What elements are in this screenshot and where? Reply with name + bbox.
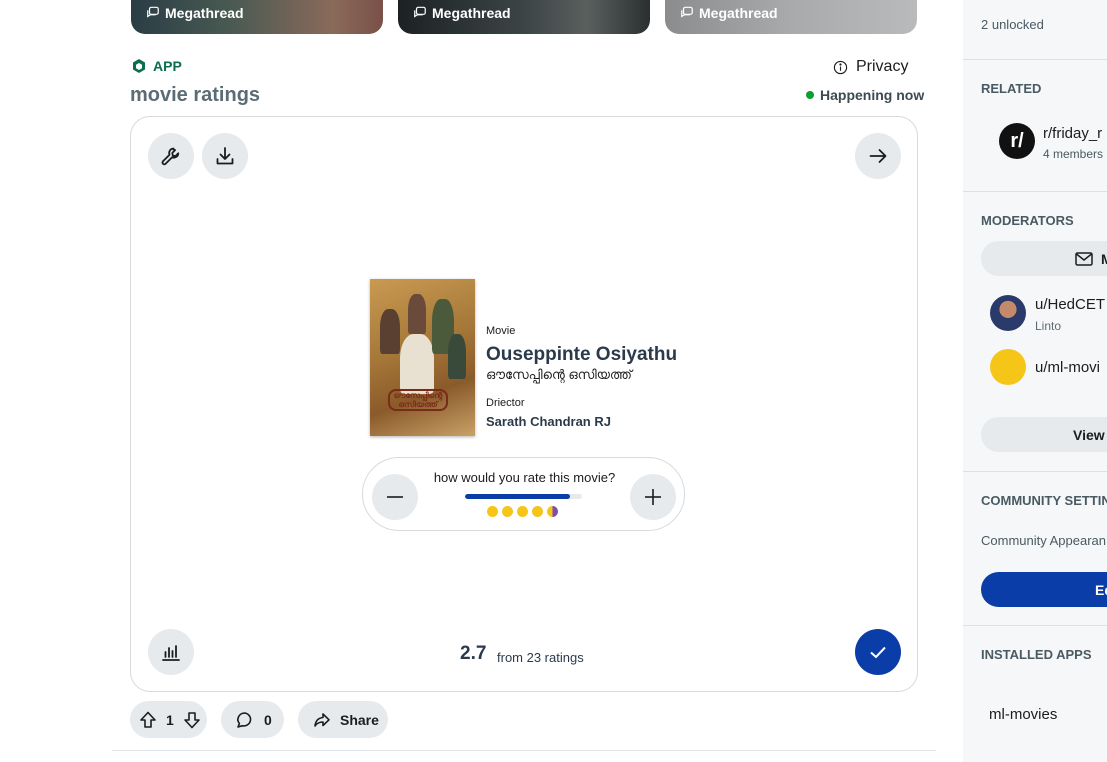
- related-community-icon[interactable]: r/: [999, 123, 1035, 159]
- app-badge-label: APP: [153, 58, 182, 74]
- wrench-icon: [161, 147, 180, 166]
- director-name: Sarath Chandran RJ: [486, 414, 611, 429]
- privacy-button[interactable]: Privacy: [833, 58, 908, 76]
- moderators-heading: MODERATORS: [981, 213, 1074, 228]
- comment-icon: [237, 711, 252, 728]
- sidebar-divider: [963, 191, 1107, 192]
- star-icon: [517, 506, 528, 517]
- moderator-name[interactable]: u/HedCET: [1035, 296, 1105, 313]
- related-community-name[interactable]: r/friday_r: [1043, 125, 1102, 142]
- star-icon: [532, 506, 543, 517]
- community-icon-label: r/: [1010, 129, 1024, 152]
- movie-type-label: Movie: [486, 325, 516, 337]
- movie-title: Ouseppinte Osiyathu: [486, 344, 678, 365]
- megathread-label: Megathread: [680, 5, 778, 21]
- community-appearance-link[interactable]: Community Appearan: [981, 533, 1106, 548]
- minus-icon: [387, 496, 403, 498]
- moderator-name[interactable]: u/ml-movi: [1035, 359, 1100, 376]
- movie-local-title: ഔസേപ്പിന്റെ ഒസിയത്ത്: [486, 367, 632, 382]
- increase-rating-button[interactable]: [630, 474, 676, 520]
- megathread-card-2[interactable]: Megathread: [398, 0, 650, 34]
- megathread-card-1[interactable]: Megathread: [131, 0, 383, 34]
- upvote-icon[interactable]: [138, 710, 158, 730]
- view-all-label: View a: [1073, 427, 1107, 443]
- rating-level-fill: [465, 494, 571, 499]
- director-label: Driector: [486, 397, 525, 409]
- moderator-avatar[interactable]: [990, 295, 1026, 331]
- installed-apps-heading: INSTALLED APPS: [981, 647, 1092, 662]
- bar-chart-icon: [162, 645, 180, 661]
- view-all-moderators-button[interactable]: View a: [981, 417, 1107, 452]
- rating-count: from 23 ratings: [497, 650, 584, 665]
- message-mods-button[interactable]: M: [981, 241, 1107, 276]
- unlocked-count: 2 unlocked: [981, 17, 1044, 32]
- community-settings-heading: COMMUNITY SETTIN: [981, 493, 1107, 508]
- related-heading: RELATED: [981, 81, 1042, 96]
- share-button[interactable]: Share: [298, 701, 388, 738]
- movie-poster: ഔസേപ്പിന്റെ ഒസിയത്ത്: [370, 279, 475, 436]
- checkmark-icon: [870, 646, 886, 659]
- rating-control: how would you rate this movie?: [362, 457, 685, 531]
- downvote-icon[interactable]: [182, 710, 202, 730]
- live-status: Happening now: [806, 87, 924, 103]
- settings-button[interactable]: [148, 133, 194, 179]
- plus-icon: [645, 489, 661, 505]
- next-button[interactable]: [855, 133, 901, 179]
- vote-group: 1: [130, 701, 207, 738]
- edit-appearance-button[interactable]: Ed: [981, 572, 1107, 607]
- message-mods-label: M: [1101, 251, 1107, 267]
- star-icon: [547, 506, 558, 517]
- installed-app-item[interactable]: ml-movies: [989, 706, 1057, 723]
- poster-figure: [380, 309, 400, 354]
- comments-button[interactable]: 0: [221, 701, 284, 738]
- sidebar-divider: [963, 625, 1107, 626]
- moderator-avatar[interactable]: [990, 349, 1026, 385]
- poster-title: ഔസേപ്പിന്റെ ഒസിയത്ത്: [388, 389, 448, 411]
- live-dot-icon: [806, 91, 814, 99]
- megathread-icon: [414, 6, 426, 18]
- poster-figure: [408, 294, 426, 334]
- right-sidebar: 2 unlocked RELATED r/ r/friday_r 4 membe…: [963, 0, 1107, 762]
- poster-figure: [400, 334, 434, 394]
- privacy-label: Privacy: [856, 58, 909, 75]
- megathread-icon: [147, 6, 159, 18]
- mail-icon: [1075, 252, 1093, 266]
- comment-count: 0: [264, 711, 272, 728]
- star-icon: [502, 506, 513, 517]
- share-label: Share: [340, 711, 379, 728]
- megathread-label: Megathread: [146, 5, 244, 21]
- post-title: movie ratings: [130, 84, 261, 106]
- arrow-right-icon: [869, 149, 887, 163]
- stats-button[interactable]: [148, 629, 194, 675]
- download-button[interactable]: [202, 133, 248, 179]
- download-icon: [216, 147, 234, 165]
- submit-rating-button[interactable]: [855, 629, 901, 675]
- sidebar-divider: [963, 59, 1107, 60]
- edit-label: Ed: [1095, 582, 1107, 598]
- app-cube-icon: [133, 59, 145, 73]
- rating-level-bar[interactable]: [465, 494, 582, 499]
- poster-figure: [448, 334, 466, 379]
- sidebar-divider: [963, 471, 1107, 472]
- average-score: 2.7: [460, 643, 487, 664]
- moderator-flair: Linto: [1035, 319, 1062, 333]
- live-status-label: Happening now: [820, 87, 925, 103]
- app-badge: APP: [131, 58, 182, 74]
- rating-stars: [487, 506, 558, 517]
- post-divider: [112, 750, 936, 751]
- megathread-label: Megathread: [413, 5, 511, 21]
- megathread-icon: [681, 6, 693, 18]
- megathread-card-3[interactable]: Megathread: [665, 0, 917, 34]
- related-community-members: 4 members: [1043, 147, 1104, 161]
- vote-count: 1: [166, 711, 174, 728]
- star-icon: [487, 506, 498, 517]
- share-icon: [314, 712, 330, 727]
- info-icon: [833, 60, 848, 74]
